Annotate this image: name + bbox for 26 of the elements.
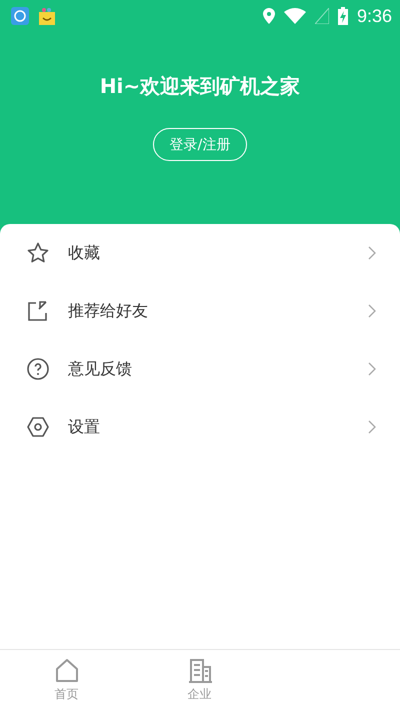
signal-icon xyxy=(314,8,329,24)
home-icon xyxy=(54,658,80,684)
help-icon xyxy=(26,357,50,381)
star-icon xyxy=(26,241,50,265)
settings-icon xyxy=(26,415,50,439)
menu-item[interactable]: 收藏 xyxy=(0,224,400,282)
welcome-title: Hi~欢迎来到矿机之家 xyxy=(100,73,300,100)
wifi-icon xyxy=(284,8,306,24)
shopping-bag-icon xyxy=(38,7,56,25)
menu-label: 推荐给好友 xyxy=(68,300,149,322)
menu-item[interactable]: 意见反馈 xyxy=(0,340,400,398)
chevron-right-icon xyxy=(368,420,376,434)
building-icon xyxy=(186,658,212,684)
clock-time: 9:36 xyxy=(356,6,392,26)
chevron-right-icon xyxy=(368,246,376,260)
share-icon xyxy=(26,299,50,323)
chevron-right-icon xyxy=(368,304,376,318)
menu-label: 收藏 xyxy=(68,242,101,264)
menu-label: 意见反馈 xyxy=(68,358,133,380)
location-icon xyxy=(262,8,275,24)
battery-charging-icon xyxy=(338,7,348,25)
chevron-right-icon xyxy=(368,362,376,376)
menu-item[interactable]: 设置 xyxy=(0,398,400,456)
app-notification-icon xyxy=(11,7,29,25)
menu-item[interactable]: 推荐给好友 xyxy=(0,282,400,340)
menu-label: 设置 xyxy=(68,416,101,438)
